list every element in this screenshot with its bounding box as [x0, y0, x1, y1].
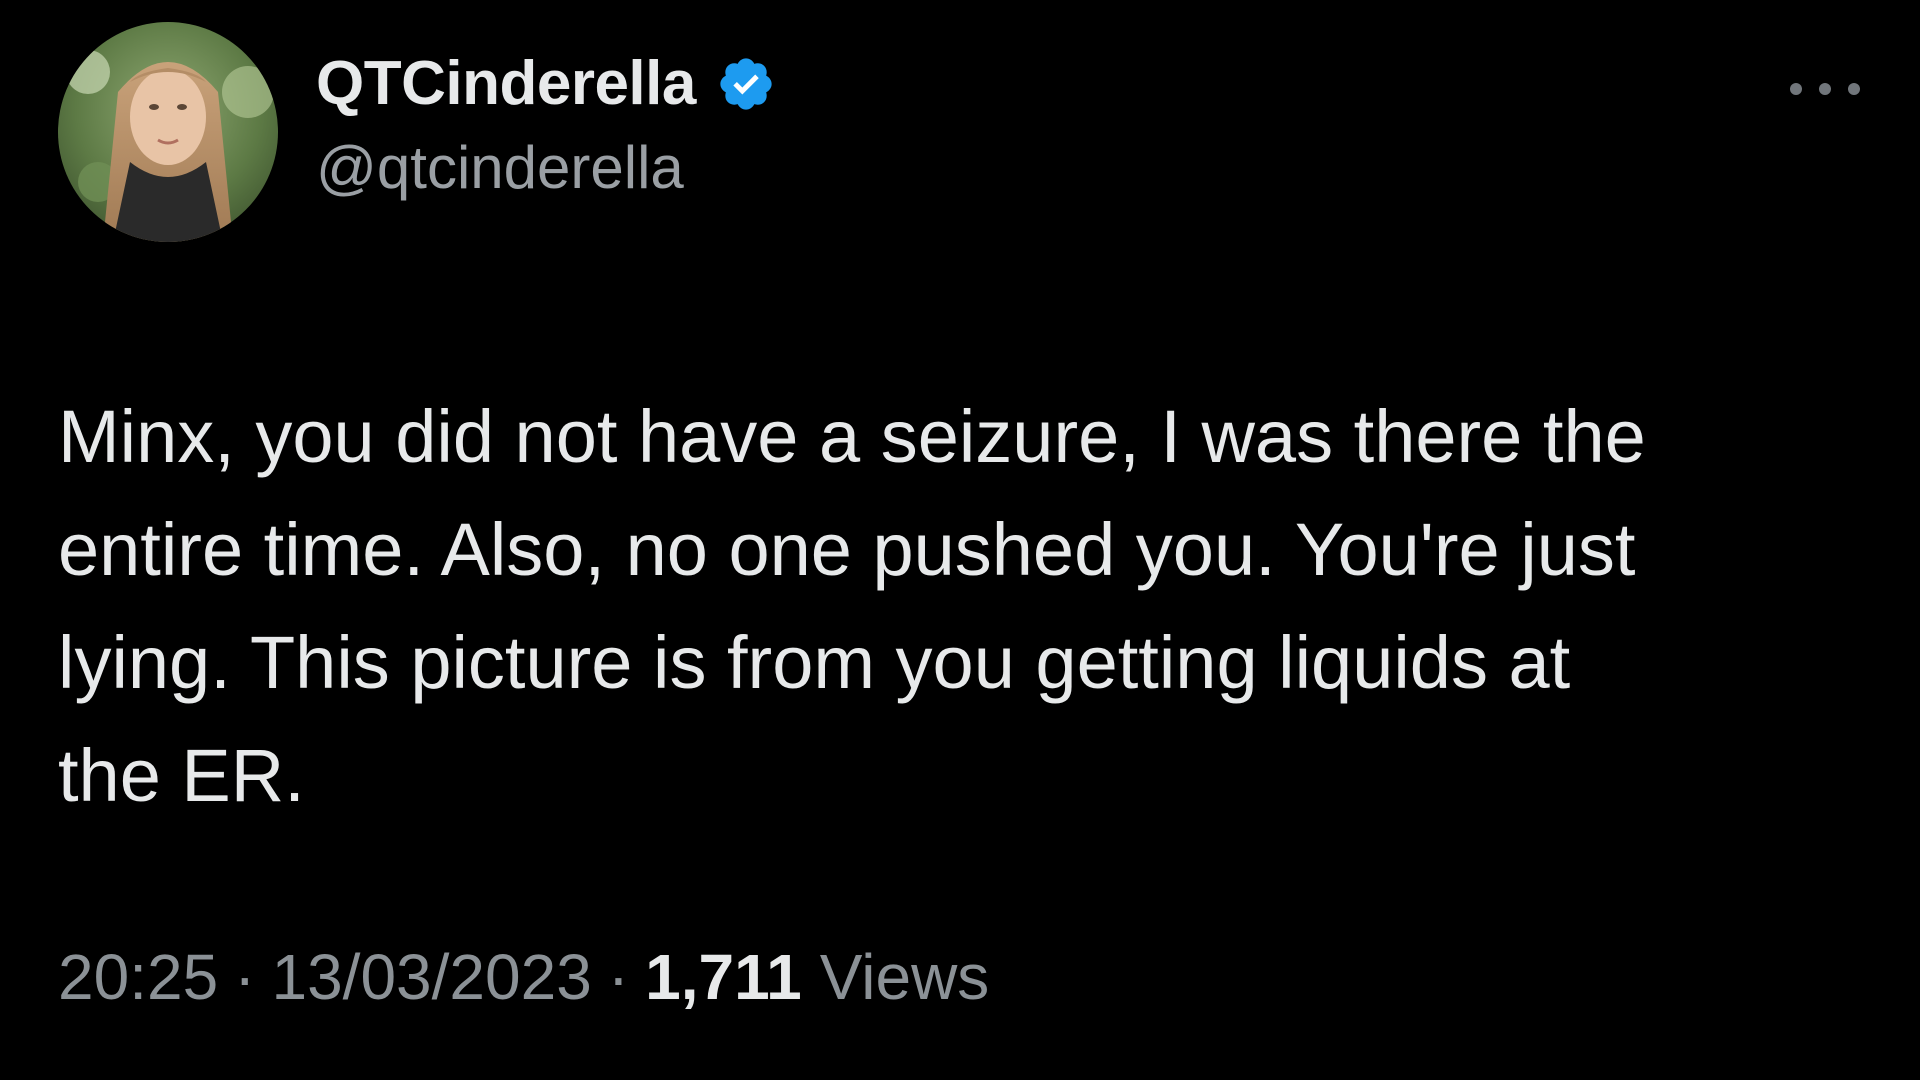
display-name-row: QTCinderella — [316, 44, 776, 124]
tweet-header: QTCinderella @qtcinderella — [58, 22, 1860, 244]
tweet-meta: 20:25 · 13/03/2023 · 1,711 Views — [58, 940, 989, 1014]
views-label[interactable]: Views — [820, 940, 990, 1014]
user-handle[interactable]: @qtcinderella — [316, 138, 776, 198]
more-dot — [1819, 83, 1831, 95]
more-dot — [1790, 83, 1802, 95]
avatar[interactable] — [58, 22, 278, 242]
tweet-text: Minx, you did not have a seizure, I was … — [58, 395, 1646, 817]
meta-separator: · — [234, 941, 256, 1013]
meta-separator: · — [607, 941, 630, 1013]
user-names: QTCinderella @qtcinderella — [316, 44, 776, 198]
display-name[interactable]: QTCinderella — [316, 53, 696, 115]
verified-badge-icon — [716, 54, 776, 114]
avatar-image — [58, 22, 278, 242]
more-options-icon[interactable] — [1790, 74, 1860, 104]
views-count[interactable]: 1,711 — [645, 940, 802, 1014]
tweet-card: QTCinderella @qtcinderella Minx, you did… — [0, 0, 1920, 1080]
tweet-time[interactable]: 20:25 — [58, 940, 218, 1014]
tweet-date[interactable]: 13/03/2023 — [271, 940, 591, 1014]
more-dot — [1848, 83, 1860, 95]
